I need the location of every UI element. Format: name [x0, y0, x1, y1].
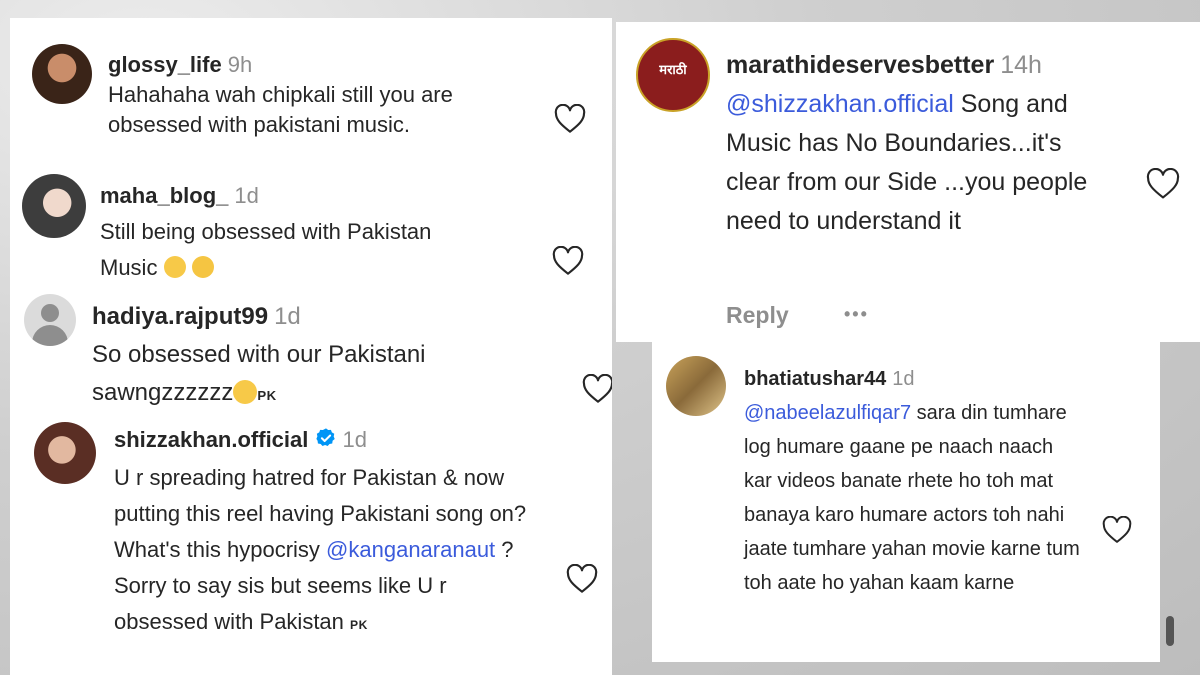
mention-link[interactable]: @shizzakhan.official	[726, 90, 954, 118]
heart-icon[interactable]	[552, 246, 584, 276]
mention-link[interactable]: @kanganaranaut	[326, 537, 495, 562]
heart-icon[interactable]	[1146, 168, 1180, 200]
comment-text-line2: sawngzzzzzz	[92, 379, 234, 406]
avatar[interactable]	[666, 356, 726, 416]
timestamp: 14h	[1000, 51, 1042, 79]
username[interactable]: glossy_life	[108, 52, 222, 77]
heart-icon[interactable]	[1102, 516, 1132, 544]
comment-shizzakhan: shizzakhan.official 1d U r spreading hat…	[10, 416, 612, 675]
flag-pk: PK	[257, 388, 277, 403]
avatar[interactable]	[32, 44, 92, 104]
username[interactable]: hadiya.rajput99	[92, 303, 268, 330]
comment-text: @nabeelazulfiqar7 sara din tumhare log h…	[744, 402, 1080, 594]
avatar-logo-text: मराठी	[659, 62, 687, 77]
avatar[interactable]	[22, 174, 86, 238]
laughing-emoji-icon	[233, 379, 258, 404]
username[interactable]: bhatiatushar44	[744, 368, 886, 390]
timestamp: 1d	[342, 427, 367, 452]
right-top-comment-panel: मराठी marathideservesbetter 14h @shizzakh…	[616, 22, 1200, 342]
flag-pk: PK	[350, 618, 368, 632]
username[interactable]: maha_blog_	[100, 183, 228, 208]
mention-link[interactable]: @nabeelazulfiqar7	[744, 402, 911, 424]
crying-emoji-icon	[191, 256, 214, 279]
avatar[interactable]	[34, 422, 96, 484]
comment-text: Hahahaha wah chipkali still you are obse…	[108, 82, 453, 137]
heart-icon[interactable]	[582, 374, 612, 404]
comment-maha-blog: maha_blog_ 1d Still being obsessed with P…	[10, 168, 612, 298]
comment-text-line1: Still being obsessed with Pakistan	[100, 219, 432, 244]
username[interactable]: marathideservesbetter	[726, 51, 994, 79]
right-bottom-comment-panel: bhatiatushar44 1d @nabeelazulfiqar7 sara …	[652, 340, 1160, 662]
timestamp: 9h	[227, 52, 253, 77]
comment-text-line1: So obsessed with our Pakistani	[92, 341, 426, 368]
left-comments-panel: glossy_life 9h Hahahaha wah chipkali stil…	[10, 18, 612, 675]
reply-button[interactable]: Reply	[726, 302, 789, 329]
scrollbar-thumb[interactable]	[1166, 616, 1174, 646]
timestamp: 1d	[234, 183, 259, 208]
comment-glossy-life: glossy_life 9h Hahahaha wah chipkali stil…	[10, 18, 612, 168]
comment-text: U r spreading hatred for Pakistan & now …	[114, 465, 527, 634]
comment-hadiya-rajput: hadiya.rajput99 1d So obsessed with our P…	[10, 290, 612, 420]
more-options-icon[interactable]: •••	[844, 304, 869, 325]
timestamp: 1d	[274, 303, 301, 330]
timestamp: 1d	[892, 368, 915, 390]
rofl-emoji-icon	[163, 256, 186, 279]
username[interactable]: shizzakhan.official	[114, 427, 308, 452]
avatar[interactable]: मराठी	[636, 38, 710, 112]
verified-badge-icon	[315, 424, 337, 460]
heart-icon[interactable]	[554, 104, 586, 134]
comment-text: @shizzakhan.official Song and Music has …	[726, 90, 1088, 235]
heart-icon[interactable]	[566, 564, 598, 594]
avatar[interactable]	[24, 294, 76, 346]
comment-text-line2: Music	[100, 255, 158, 280]
